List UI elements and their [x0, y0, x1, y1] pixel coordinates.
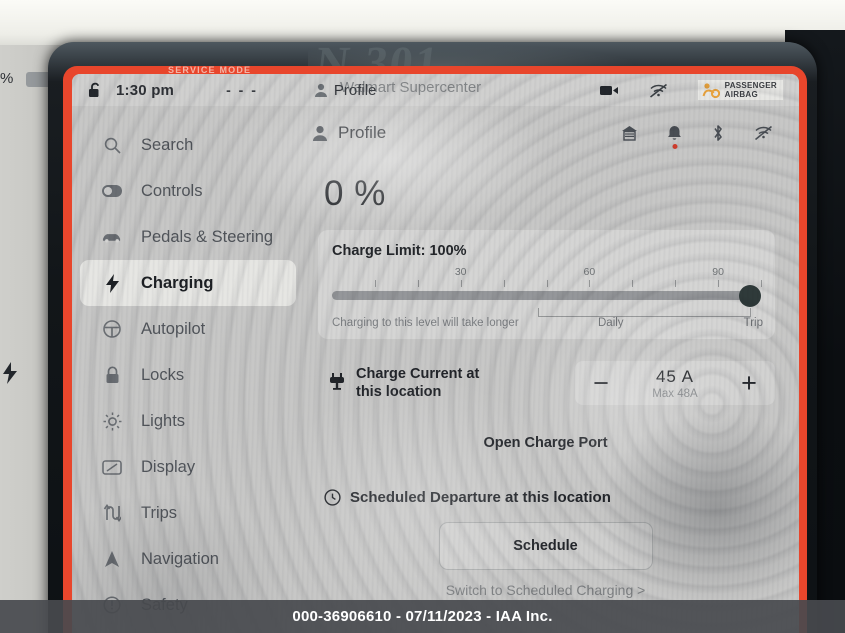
charge-limit-slider[interactable]: 30 60 90 Daily Trip Charging to this level…	[332, 266, 763, 329]
sidebar-label: Controls	[141, 181, 203, 200]
battery-percentage: 0 %	[324, 174, 386, 213]
charge-current-value: 45 A Max 48A	[627, 367, 723, 400]
sidebar-label: Trips	[141, 503, 178, 522]
lightning-icon	[102, 273, 122, 293]
slider-knob[interactable]	[739, 285, 761, 307]
sidebar-item-pedals-steering[interactable]: Pedals & Steering	[80, 214, 296, 260]
slider-tick	[503, 280, 505, 287]
sidebar-label: Lights	[141, 411, 186, 430]
charge-current-row: Charge Current at this location − 45 A M…	[324, 361, 775, 405]
edge-battery-percent: %	[0, 70, 14, 87]
charge-current-max: Max 48A	[652, 387, 698, 400]
sidebar-item-controls[interactable]: Controls	[80, 168, 296, 214]
toggle-icon	[102, 185, 122, 197]
switch-to-scheduled-charging-link[interactable]: Switch to Scheduled Charging >	[312, 582, 779, 598]
open-charge-port-button[interactable]: Open Charge Port	[312, 435, 779, 451]
charge-current-amps: 45 A	[655, 366, 695, 386]
charge-limit-card: Charge Limit: 100% 30 60 90 Daily Trip Cha…	[318, 230, 775, 339]
sidebar-item-autopilot[interactable]: Autopilot	[80, 306, 296, 352]
daily-label: Daily	[598, 317, 624, 329]
sidebar-label: Navigation	[141, 549, 219, 568]
slider-tick	[417, 280, 419, 287]
sidebar-item-lights[interactable]: Lights	[80, 398, 296, 444]
slider-ticks: 30 60 90	[332, 266, 762, 287]
slider-tick-label: 90	[712, 266, 724, 278]
charge-current-decrease-button[interactable]: −	[575, 361, 627, 405]
sidebar-item-charging[interactable]: Charging	[80, 260, 296, 306]
clock-time: 1:30 pm	[116, 81, 175, 99]
charge-limit-hint: Charging to this level will take longer	[332, 317, 519, 329]
slider-tick	[675, 280, 677, 287]
sidebar-item-navigation[interactable]: Navigation	[80, 536, 296, 582]
sidebar-item-trips[interactable]: Trips	[80, 490, 296, 536]
bluetooth-icon[interactable]	[711, 124, 725, 142]
slider-tick	[718, 280, 720, 287]
slider-tick	[632, 280, 634, 287]
search-icon	[102, 137, 122, 154]
charge-current-increase-button[interactable]: +	[723, 361, 775, 405]
car-icon	[102, 231, 122, 243]
bell-icon	[667, 125, 682, 142]
schedule-button[interactable]: Schedule	[438, 522, 653, 570]
navigation-destination: Walmart Supercenter	[340, 79, 482, 96]
person-icon	[314, 83, 328, 98]
sidebar-label: Display	[141, 457, 196, 476]
sidebar-item-locks[interactable]: Locks	[80, 352, 296, 398]
dashcam-icon[interactable]	[599, 84, 619, 97]
airbag-symbol-icon	[702, 82, 720, 98]
sidebar-label: Charging	[141, 273, 214, 292]
navigation-arrow-icon	[102, 550, 122, 568]
auction-watermark: 000-36906610 - 07/11/2023 - IAA Inc.	[0, 600, 845, 633]
wifi-off-icon[interactable]	[754, 125, 773, 141]
edge-lightning-icon	[2, 362, 18, 384]
charge-limit-title: Charge Limit: 100%	[332, 243, 467, 259]
photo-of-touchscreen: % N 301 SERVICE MODE SERVICE MODE 1:30 p…	[0, 0, 845, 633]
charge-current-label: Charge Current at this location	[356, 366, 480, 400]
daily-trip-bracket	[538, 308, 751, 317]
slider-tick	[589, 280, 591, 287]
padlock-icon	[102, 366, 122, 384]
steering-wheel-icon	[102, 320, 122, 338]
sidebar-label: Search	[141, 135, 194, 154]
trips-icon	[102, 504, 122, 522]
scheduled-departure-label: Scheduled Departure at this location	[350, 489, 611, 506]
slider-track[interactable]	[332, 291, 751, 300]
panel-title: Profile	[338, 123, 387, 142]
slider-tick	[460, 280, 462, 287]
slider-tick-label: 60	[583, 266, 596, 278]
sidebar-label: Autopilot	[141, 319, 206, 338]
sidebar-item-display[interactable]: Display	[80, 444, 296, 490]
charging-panel: Profile 0 % Charge Limit: 100% 30 60 90 …	[304, 106, 799, 633]
sidebar-item-search[interactable]: Search	[80, 122, 296, 168]
range-readout: - - -	[226, 82, 258, 98]
notifications-bell-button[interactable]	[667, 125, 682, 149]
settings-sidebar: Search Controls Pedals & Steering Chargi…	[72, 106, 304, 633]
status-bar: 1:30 pm - - - Profile Walmart Supercente…	[72, 74, 799, 106]
scheduled-departure-row: Scheduled Departure at this location	[324, 489, 779, 506]
notification-badge	[672, 143, 677, 149]
sun-icon	[102, 412, 122, 431]
trip-label: Trip	[743, 317, 763, 329]
panel-profile-button[interactable]: Profile	[312, 123, 386, 143]
display-icon	[102, 459, 122, 475]
slider-tick	[374, 280, 376, 287]
wifi-off-icon[interactable]	[649, 83, 668, 98]
airbag-text: PASSENGER AIRBAG	[724, 81, 777, 99]
passenger-airbag-indicator: PASSENGER AIRBAG	[697, 80, 783, 100]
unlocked-padlock-icon[interactable]	[84, 82, 106, 99]
charge-current-stepper: − 45 A Max 48A +	[575, 361, 775, 405]
panel-header: Profile	[312, 114, 779, 152]
charge-plug-icon	[324, 373, 350, 393]
slider-tick-label: 30	[454, 266, 467, 278]
touchscreen-display: 1:30 pm - - - Profile Walmart Supercente…	[72, 74, 799, 633]
slider-tick	[761, 280, 762, 287]
slider-tick	[546, 280, 548, 287]
sidebar-label: Locks	[141, 365, 185, 384]
sidebar-label: Pedals & Steering	[141, 227, 274, 246]
garage-icon[interactable]	[621, 125, 638, 141]
person-icon	[312, 125, 328, 142]
clock-icon	[324, 489, 341, 506]
